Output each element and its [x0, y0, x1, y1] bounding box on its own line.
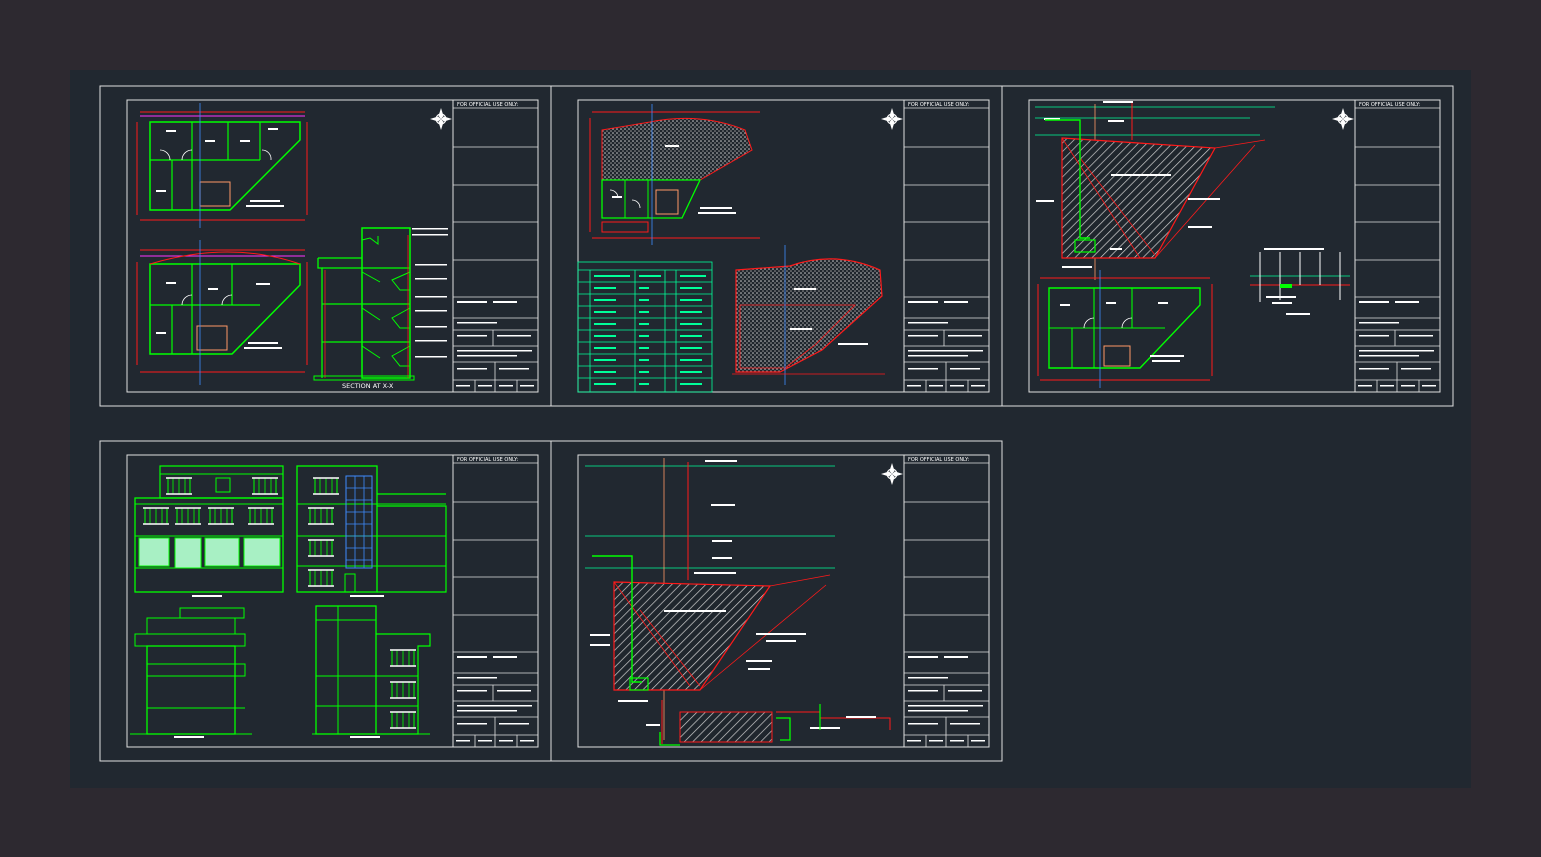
title-block-header: FOR OFFICIAL USE ONLY:	[908, 102, 970, 108]
title-block-header: FOR OFFICIAL USE ONLY:	[457, 457, 519, 463]
title-block-header: FOR OFFICIAL USE ONLY:	[908, 457, 970, 463]
section-label: SECTION AT X-X	[342, 382, 394, 390]
drawing-canvas	[70, 70, 1471, 788]
title-block-header: FOR OFFICIAL USE ONLY:	[457, 102, 519, 108]
cad-model-space: FOR OFFICIAL USE ONLY: SECTION AT X-X FO…	[70, 70, 1471, 788]
title-block-header: FOR OFFICIAL USE ONLY:	[1359, 102, 1421, 108]
